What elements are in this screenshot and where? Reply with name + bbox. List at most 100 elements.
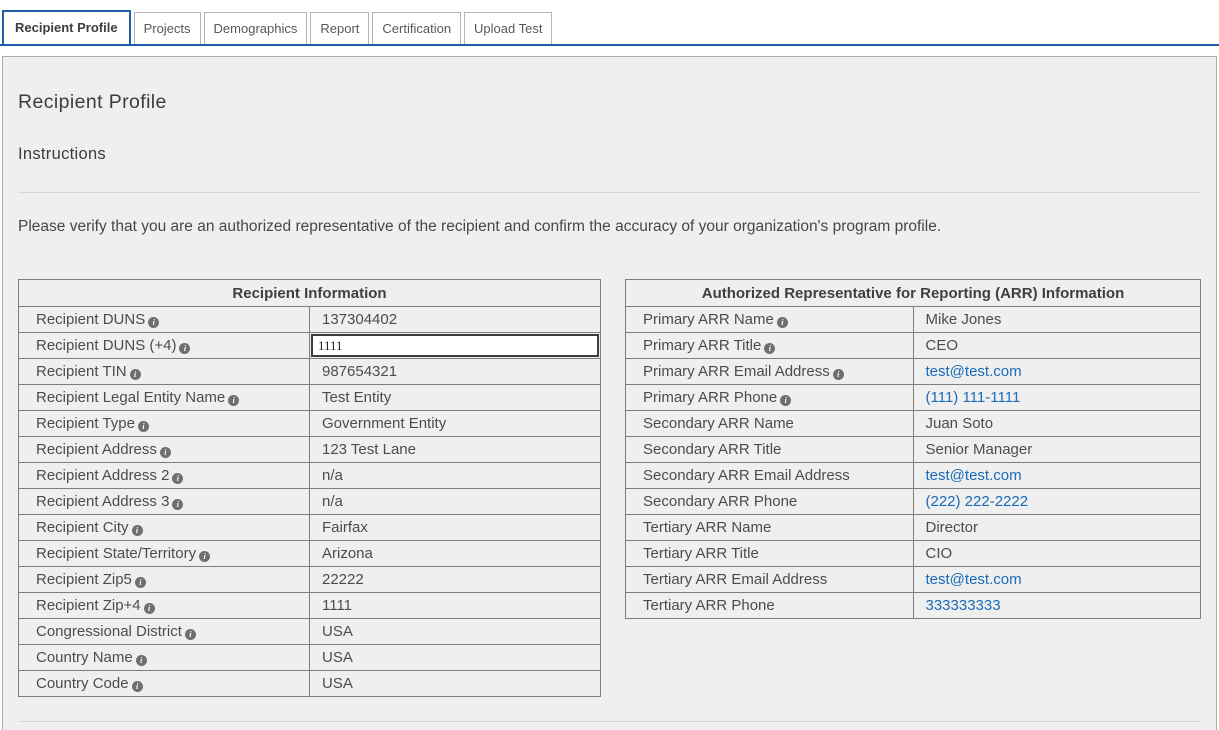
row-value-cell: USA (310, 619, 601, 645)
recipient-table-title: Recipient Information (19, 280, 601, 307)
row-value-cell: Fairfax (310, 515, 601, 541)
info-icon[interactable]: i (172, 499, 183, 510)
row-label: Tertiary ARR Email Address (643, 571, 827, 588)
info-icon[interactable]: i (179, 343, 190, 354)
row-label: Secondary ARR Email Address (643, 467, 850, 484)
row-label-cell: Recipient TINi (19, 359, 310, 385)
phone-link[interactable]: (222) 222-2222 (926, 493, 1029, 510)
info-icon[interactable]: i (136, 655, 147, 666)
info-icon[interactable]: i (185, 629, 196, 640)
row-value-cell: (111) 111-1111 (913, 385, 1201, 411)
row-label-cell: Secondary ARR Name (626, 411, 914, 437)
info-icon[interactable]: i (148, 317, 159, 328)
info-icon[interactable]: i (138, 421, 149, 432)
row-value: 22222 (322, 571, 364, 588)
info-icon[interactable]: i (130, 369, 141, 380)
row-label: Congressional District (36, 623, 182, 640)
table-row: Primary ARR Email Addressitest@test.com (626, 359, 1201, 385)
info-icon[interactable]: i (160, 447, 171, 458)
row-value: Arizona (322, 545, 373, 562)
row-value-cell: Mike Jones (913, 307, 1201, 333)
phone-link[interactable]: (111) 111-1111 (926, 389, 1021, 406)
row-value-cell: 123 Test Lane (310, 437, 601, 463)
email-link[interactable]: test@test.com (926, 467, 1022, 484)
phone-link[interactable]: 333333333 (926, 597, 1001, 614)
row-value-cell (310, 333, 601, 359)
info-icon[interactable]: i (172, 473, 183, 484)
email-link[interactable]: test@test.com (926, 571, 1022, 588)
tab-projects[interactable]: Projects (134, 12, 201, 44)
row-value-cell: 1111 (310, 593, 601, 619)
row-label: Recipient Legal Entity Name (36, 389, 225, 406)
arr-information-table: Authorized Representative for Reporting … (625, 279, 1201, 619)
info-icon[interactable]: i (132, 525, 143, 536)
row-value: USA (322, 675, 353, 692)
row-label-cell: Recipient Addressi (19, 437, 310, 463)
info-icon[interactable]: i (144, 603, 155, 614)
info-icon[interactable]: i (777, 317, 788, 328)
info-icon[interactable]: i (199, 551, 210, 562)
row-value: Fairfax (322, 519, 368, 536)
row-label-cell: Tertiary ARR Title (626, 541, 914, 567)
info-icon[interactable]: i (764, 343, 775, 354)
tab-certification[interactable]: Certification (372, 12, 461, 44)
arr-table-title: Authorized Representative for Reporting … (626, 280, 1201, 307)
row-label-cell: Recipient Address 2i (19, 463, 310, 489)
info-icon[interactable]: i (228, 395, 239, 406)
row-value-cell: 333333333 (913, 593, 1201, 619)
table-row: Recipient DUNSi 137304402 (19, 307, 601, 333)
row-label-cell: Recipient State/Territoryi (19, 541, 310, 567)
info-icon[interactable]: i (135, 577, 146, 588)
row-label-cell: Secondary ARR Title (626, 437, 914, 463)
row-label: Tertiary ARR Phone (643, 597, 775, 614)
info-icon[interactable]: i (780, 395, 791, 406)
recipient-duns-plus4-input[interactable] (311, 334, 599, 357)
table-row: Secondary ARR Name Juan Soto (626, 411, 1201, 437)
row-label-cell: Congressional Districti (19, 619, 310, 645)
row-label-cell: Country Namei (19, 645, 310, 671)
row-value-cell: n/a (310, 489, 601, 515)
row-label-cell: Recipient Zip+4i (19, 593, 310, 619)
row-label-cell: Secondary ARR Email Address (626, 463, 914, 489)
row-label: Secondary ARR Name (643, 415, 794, 432)
table-row: Recipient DUNS (+4)i (19, 333, 601, 359)
row-label: Primary ARR Title (643, 337, 761, 354)
row-label: Secondary ARR Phone (643, 493, 797, 510)
table-row: Primary ARR Phonei (111) 111-1111 (626, 385, 1201, 411)
tab-demographics[interactable]: Demographics (204, 12, 308, 44)
row-label-cell: Recipient DUNSi (19, 307, 310, 333)
row-value-cell: Juan Soto (913, 411, 1201, 437)
row-label: Recipient DUNS (36, 311, 145, 328)
row-label-cell: Tertiary ARR Email Address (626, 567, 914, 593)
row-label: Primary ARR Name (643, 311, 774, 328)
table-row: Secondary ARR Email Address test@test.com (626, 463, 1201, 489)
row-label: Recipient Type (36, 415, 135, 432)
row-label-cell: Recipient Zip5i (19, 567, 310, 593)
tab-upload-test[interactable]: Upload Test (464, 12, 552, 44)
row-label-cell: Primary ARR Namei (626, 307, 914, 333)
instructions-heading: Instructions (18, 145, 1201, 164)
table-row: Primary ARR NameiMike Jones (626, 307, 1201, 333)
tab-recipient-profile[interactable]: Recipient Profile (2, 10, 131, 46)
table-row: Recipient TINi987654321 (19, 359, 601, 385)
tab-report[interactable]: Report (310, 12, 369, 44)
row-label-cell: Country Codei (19, 671, 310, 697)
table-row: Recipient Address 3in/a (19, 489, 601, 515)
instructions-text: Please verify that you are an authorized… (18, 218, 1201, 236)
info-icon[interactable]: i (132, 681, 143, 692)
row-value: Government Entity (322, 415, 446, 432)
table-row: Country Namei USA (19, 645, 601, 671)
row-label-cell: Recipient Typei (19, 411, 310, 437)
table-row: Tertiary ARR Email Address test@test.com (626, 567, 1201, 593)
row-label: Primary ARR Phone (643, 389, 777, 406)
info-icon[interactable]: i (833, 369, 844, 380)
row-label: Secondary ARR Title (643, 441, 781, 458)
row-label-cell: Primary ARR Titlei (626, 333, 914, 359)
row-value: 137304402 (322, 311, 397, 328)
row-label: Recipient Address (36, 441, 157, 458)
email-link[interactable]: test@test.com (926, 363, 1022, 380)
row-label-cell: Recipient DUNS (+4)i (19, 333, 310, 359)
row-value-cell: 987654321 (310, 359, 601, 385)
table-row: Recipient Addressi123 Test Lane (19, 437, 601, 463)
row-value: USA (322, 649, 353, 666)
